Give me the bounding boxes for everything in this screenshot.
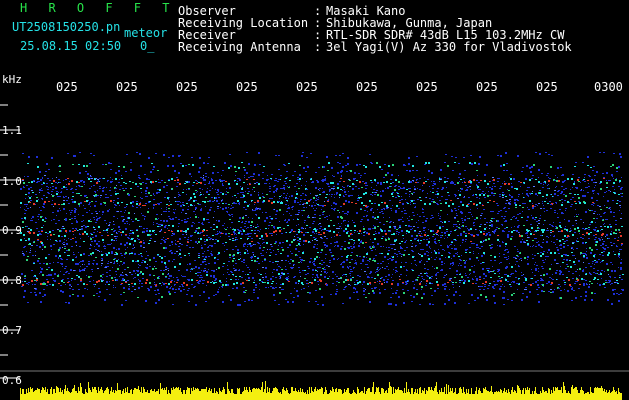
x-tick: 025 [116, 80, 138, 94]
tick-marks [0, 104, 20, 379]
x-tick: 0300 [594, 80, 623, 94]
x-tick: 025 [56, 80, 78, 94]
antenna-label: Receiving Antenna [178, 40, 301, 54]
count-label: 0_ [140, 39, 155, 53]
x-tick: 025 [416, 80, 438, 94]
x-tick: 025 [176, 80, 198, 94]
x-tick: 025 [476, 80, 498, 94]
x-tick: 025 [296, 80, 318, 94]
spectrogram [0, 104, 629, 400]
x-tick: 025 [236, 80, 258, 94]
filename-label: UT2508150250.pn [12, 20, 121, 34]
mode-label: meteor [124, 26, 168, 40]
colon: : [314, 40, 322, 54]
antenna-value: 3el Yagi(V) Az 330 for Vladivostok [326, 40, 572, 54]
datetime-label: 25.08.15 02:50 [20, 39, 122, 53]
app-title: H R O F F T [20, 1, 177, 15]
x-tick: 025 [356, 80, 378, 94]
unit-label: kHz [2, 73, 22, 86]
signal-level-bar [20, 381, 622, 400]
x-tick: 025 [536, 80, 558, 94]
noise-field [20, 152, 624, 306]
